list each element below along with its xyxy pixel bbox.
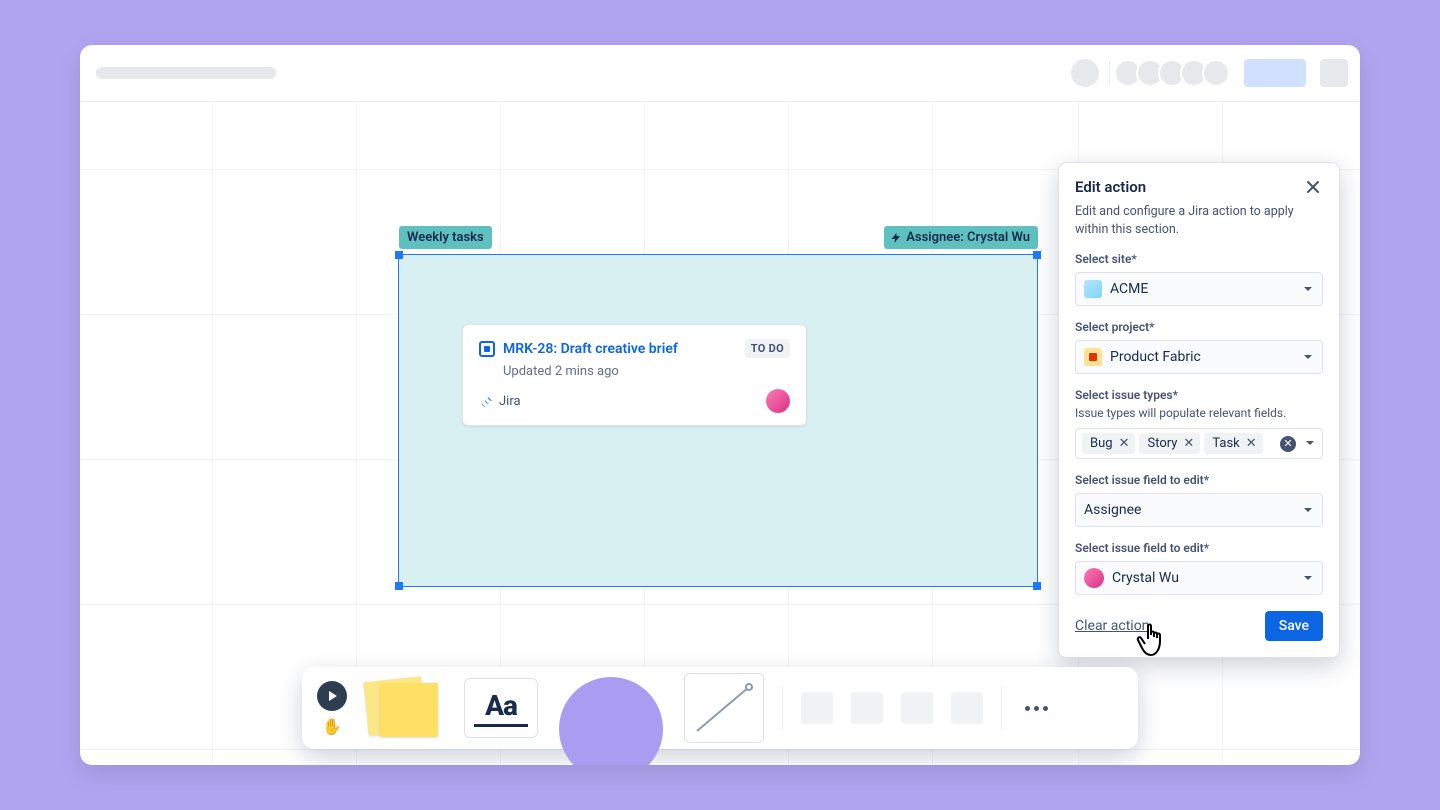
issue-type-icon bbox=[479, 341, 495, 357]
tool-placeholder[interactable] bbox=[901, 692, 933, 724]
close-icon[interactable] bbox=[1303, 177, 1323, 197]
field-value-label: Select issue field to edit* bbox=[1075, 541, 1323, 555]
text-tool[interactable]: Aa bbox=[464, 678, 538, 738]
assignee-avatar[interactable] bbox=[766, 389, 790, 413]
play-icon bbox=[317, 681, 347, 711]
toolbar-more-button[interactable] bbox=[1020, 678, 1052, 738]
site-select[interactable]: ACME bbox=[1075, 272, 1323, 306]
field-value: Assignee bbox=[1084, 502, 1141, 518]
tag-bug[interactable]: Bug✕ bbox=[1082, 433, 1135, 454]
remove-tag-icon[interactable]: ✕ bbox=[1117, 436, 1132, 451]
tool-placeholder[interactable] bbox=[851, 692, 883, 724]
save-button[interactable]: Save bbox=[1265, 611, 1323, 641]
remove-tag-icon[interactable]: ✕ bbox=[1181, 436, 1196, 451]
remove-tag-icon[interactable]: ✕ bbox=[1244, 436, 1259, 451]
line-tool[interactable] bbox=[684, 673, 764, 743]
chevron-down-icon bbox=[1302, 569, 1314, 588]
chevron-down-icon bbox=[1302, 501, 1314, 520]
pointer-tool[interactable]: ✋ bbox=[316, 678, 348, 738]
presence-stack[interactable] bbox=[1120, 59, 1230, 87]
share-button[interactable] bbox=[1244, 59, 1306, 87]
top-bar bbox=[80, 45, 1360, 101]
jira-logo-icon bbox=[479, 394, 493, 408]
issue-types-help: Issue types will populate relevant field… bbox=[1075, 406, 1323, 420]
project-select[interactable]: Product Fabric bbox=[1075, 340, 1323, 374]
bolt-icon bbox=[890, 232, 902, 244]
action-chip-text: Assignee: Crystal Wu bbox=[906, 230, 1030, 245]
resize-handle[interactable] bbox=[1033, 251, 1041, 259]
hand-tool-icon[interactable]: ✋ bbox=[322, 717, 342, 736]
tag-story[interactable]: Story✕ bbox=[1139, 433, 1200, 454]
field-to-edit-select[interactable]: Assignee bbox=[1075, 493, 1323, 527]
section-label[interactable]: Weekly tasks bbox=[399, 226, 492, 249]
resize-handle[interactable] bbox=[1033, 582, 1041, 590]
resize-handle[interactable] bbox=[395, 582, 403, 590]
site-icon bbox=[1084, 280, 1102, 298]
site-value: ACME bbox=[1110, 281, 1148, 297]
panel-description: Edit and configure a Jira action to appl… bbox=[1075, 203, 1323, 238]
bottom-toolbar: ✋ Aa bbox=[302, 667, 1138, 749]
chevron-down-icon bbox=[1302, 348, 1314, 367]
clear-action-link[interactable]: Clear action bbox=[1075, 618, 1149, 634]
status-lozenge: TO DO bbox=[745, 339, 790, 358]
title-placeholder bbox=[96, 67, 276, 79]
project-value: Product Fabric bbox=[1110, 349, 1201, 365]
top-more-button[interactable] bbox=[1320, 59, 1348, 87]
field-to-edit-label: Select issue field to edit* bbox=[1075, 473, 1323, 487]
text-tool-label: Aa bbox=[485, 689, 517, 722]
top-right-controls bbox=[1071, 59, 1348, 87]
jira-card[interactable]: MRK-28: Draft creative brief TO DO Updat… bbox=[462, 324, 807, 426]
issue-types-multiselect[interactable]: Bug✕ Story✕ Task✕ ✕ bbox=[1075, 428, 1323, 459]
whiteboard-canvas: Weekly tasks Assignee: Crystal Wu MRK-28… bbox=[80, 45, 1360, 765]
resize-handle[interactable] bbox=[395, 251, 403, 259]
panel-title: Edit action bbox=[1075, 178, 1146, 196]
person-value: Crystal Wu bbox=[1112, 570, 1179, 586]
text-underline-icon bbox=[474, 724, 528, 727]
tool-placeholder[interactable] bbox=[951, 692, 983, 724]
section-action-chip[interactable]: Assignee: Crystal Wu bbox=[884, 226, 1038, 249]
source-label: Jira bbox=[499, 394, 521, 409]
site-label: Select site* bbox=[1075, 252, 1323, 266]
toolbar-divider bbox=[782, 686, 783, 730]
project-icon bbox=[1084, 348, 1102, 366]
card-title[interactable]: MRK-28: Draft creative brief bbox=[503, 341, 678, 357]
toolbar-divider bbox=[1001, 686, 1002, 730]
issue-types-label: Select issue types* bbox=[1075, 388, 1323, 402]
card-updated: Updated 2 mins ago bbox=[503, 364, 790, 379]
jira-source-badge: Jira bbox=[479, 394, 521, 409]
sticky-note-tool[interactable] bbox=[366, 678, 446, 738]
tag-task[interactable]: Task✕ bbox=[1204, 433, 1262, 454]
circle-shape-icon bbox=[559, 677, 663, 765]
more-icon bbox=[1025, 706, 1048, 711]
tool-placeholder[interactable] bbox=[801, 692, 833, 724]
chevron-down-icon bbox=[1302, 280, 1314, 299]
clear-all-icon[interactable]: ✕ bbox=[1280, 436, 1296, 452]
shape-tool[interactable] bbox=[556, 678, 666, 738]
divider bbox=[1109, 61, 1110, 85]
chevron-down-icon bbox=[1304, 434, 1316, 453]
project-label: Select project* bbox=[1075, 320, 1323, 334]
edit-action-panel: Edit action Edit and configure a Jira ac… bbox=[1058, 162, 1340, 658]
person-select[interactable]: Crystal Wu bbox=[1075, 561, 1323, 595]
presence-avatar[interactable] bbox=[1071, 59, 1099, 87]
person-avatar-icon bbox=[1084, 568, 1104, 588]
